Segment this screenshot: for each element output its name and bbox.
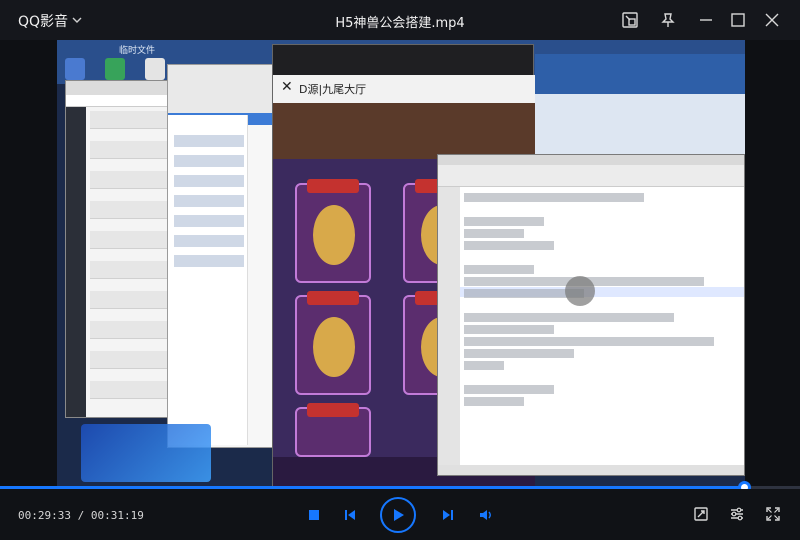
- settings-button[interactable]: [726, 503, 748, 525]
- minimize-icon: [700, 19, 712, 21]
- app-brand-label: QQ影音: [18, 14, 69, 30]
- close-button[interactable]: [760, 8, 784, 32]
- maximize-button[interactable]: [726, 8, 750, 32]
- previous-icon: [345, 510, 355, 520]
- cursor-highlight: [565, 276, 595, 306]
- desktop-icon: [145, 58, 165, 80]
- maximize-icon: [731, 13, 745, 27]
- app-menu-button[interactable]: QQ影音: [18, 11, 82, 31]
- play-icon: [394, 509, 404, 521]
- pin-on-top-button[interactable]: [656, 8, 680, 32]
- video-frame[interactable]: 临时文件 ✕ D源|九尾大厅: [57, 40, 745, 487]
- chevron-down-icon: [72, 15, 82, 28]
- play-button[interactable]: [380, 497, 416, 533]
- close-icon: ✕: [281, 79, 293, 95]
- game-card: [295, 403, 371, 457]
- settings-icon: [731, 507, 743, 521]
- previous-button[interactable]: [340, 505, 360, 525]
- desktop-label: 临时文件: [119, 46, 156, 56]
- phone-title: D源|九尾大厅: [299, 83, 367, 96]
- fullscreen-icon: [766, 507, 780, 521]
- time-separator: /: [77, 509, 91, 522]
- next-icon: [443, 510, 453, 520]
- desktop-icon: [105, 58, 125, 80]
- control-bar: 00:29:33 / 00:31:19: [0, 489, 800, 540]
- fullscreen-button[interactable]: [762, 503, 784, 525]
- desktop-icon: [65, 58, 85, 80]
- watermark-logo: [81, 424, 211, 482]
- background-window: [535, 54, 745, 154]
- next-button[interactable]: [438, 505, 458, 525]
- notepad-window: [437, 154, 745, 476]
- screenshot-button[interactable]: [690, 503, 712, 525]
- picture-in-picture-icon: [622, 12, 638, 28]
- picture-in-picture-button[interactable]: [618, 8, 642, 32]
- browser-window: [65, 80, 175, 418]
- volume-button[interactable]: [476, 505, 496, 525]
- game-card: [295, 291, 371, 395]
- game-card: [295, 179, 371, 283]
- stop-button[interactable]: [304, 505, 324, 525]
- elapsed-value: 00:29:33: [18, 509, 71, 522]
- stop-icon: [309, 510, 319, 520]
- title-bar: QQ影音 H5神兽公会搭建.mp4: [0, 0, 800, 40]
- total-value: 00:31:19: [90, 509, 144, 522]
- close-icon: [765, 13, 779, 27]
- minimize-button[interactable]: [694, 8, 718, 32]
- elapsed-time: 00:29:33 / 00:31:19: [18, 509, 144, 522]
- screenshot-icon: [694, 507, 708, 521]
- pin-icon: [661, 13, 675, 27]
- volume-icon: [480, 510, 491, 520]
- admin-window: [167, 64, 275, 448]
- file-title: H5神兽公会搭建.mp4: [335, 16, 465, 31]
